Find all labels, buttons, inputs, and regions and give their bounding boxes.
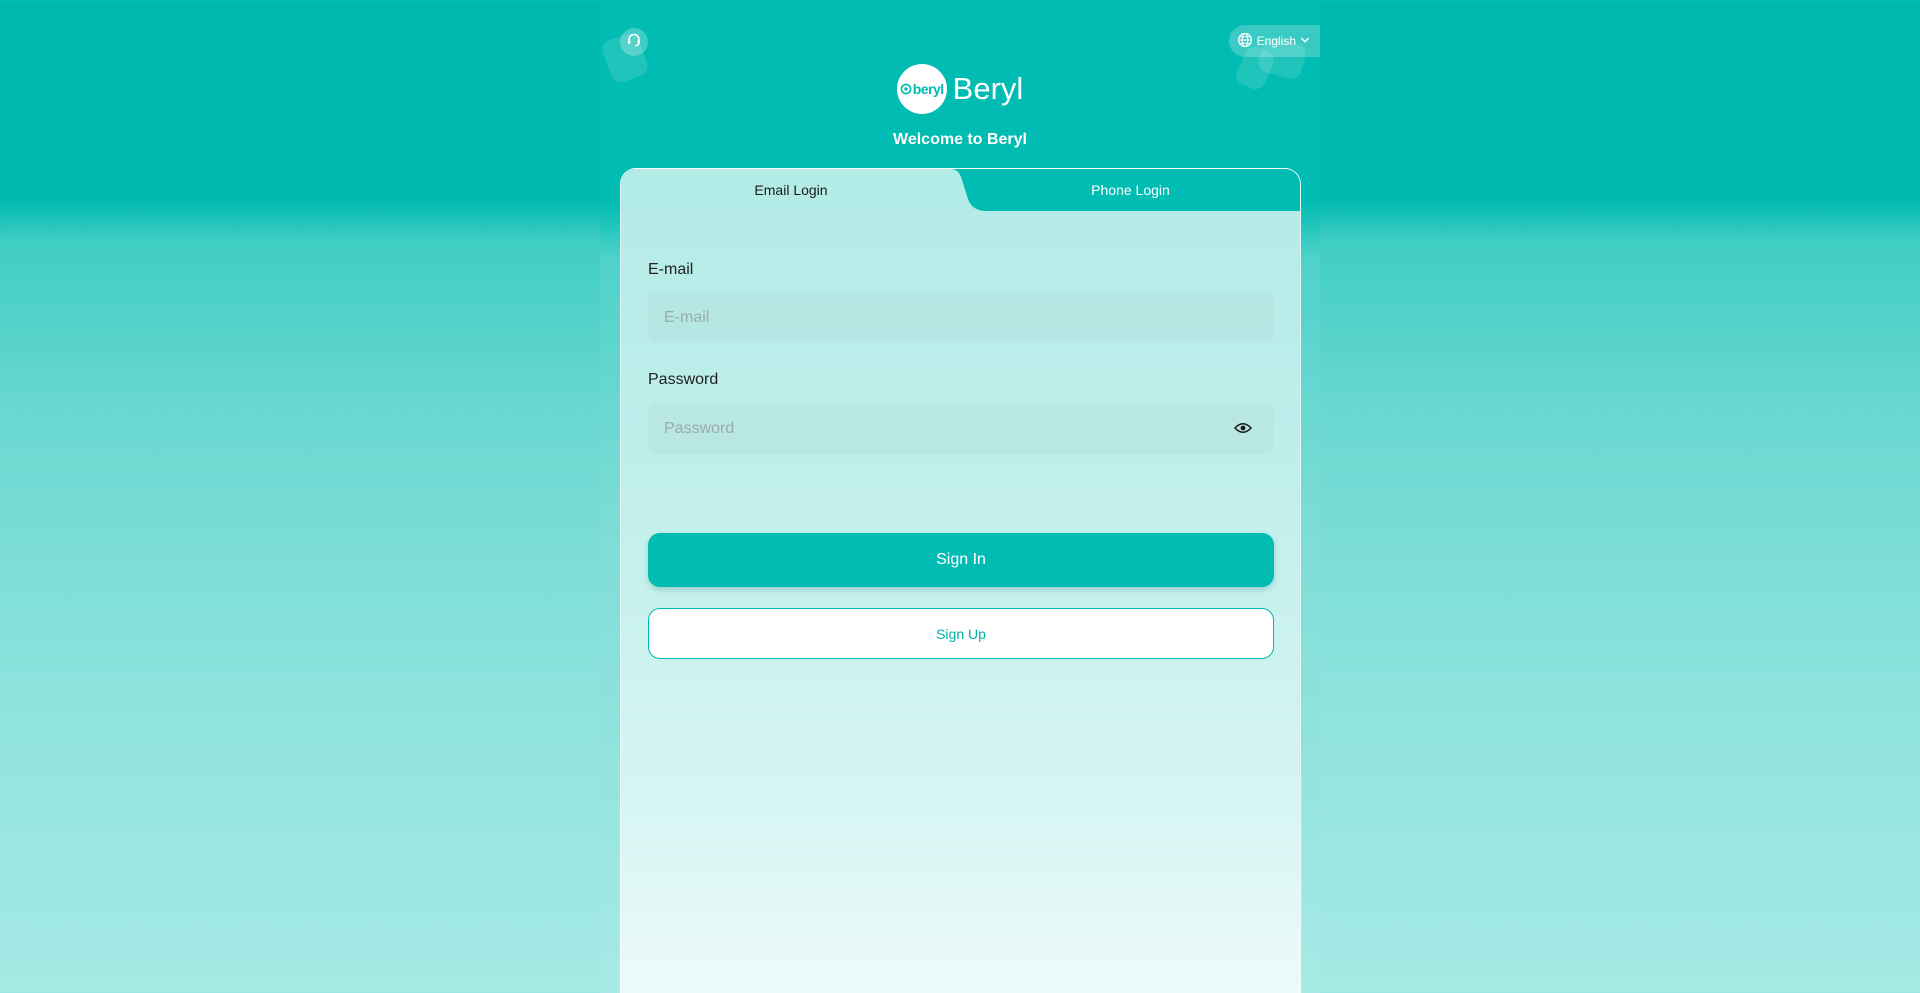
- tab-phone-login[interactable]: Phone Login: [961, 169, 1300, 211]
- logo-mark-icon: [900, 83, 912, 95]
- login-card: Email Login Phone Login E-mail Password …: [620, 168, 1301, 993]
- tab-email-login[interactable]: Email Login: [621, 169, 961, 211]
- eye-icon: [1233, 421, 1253, 439]
- headset-icon: [626, 32, 642, 53]
- brand-name: Beryl: [952, 71, 1024, 106]
- welcome-heading: Welcome to Beryl: [893, 131, 1027, 148]
- email-field[interactable]: [648, 293, 1274, 343]
- globe-icon: [1237, 32, 1253, 51]
- brand-header: beryl Beryl: [600, 64, 1320, 114]
- email-label: E-mail: [648, 261, 694, 278]
- password-field[interactable]: [648, 404, 1274, 454]
- sign-up-button[interactable]: Sign Up: [648, 608, 1274, 659]
- chevron-down-icon: [1300, 34, 1310, 48]
- brand-logo: beryl: [896, 64, 947, 114]
- password-label: Password: [648, 371, 719, 388]
- app-container: English beryl Beryl Welcome to Beryl Ema…: [599, 0, 1320, 993]
- password-visibility-toggle[interactable]: [1233, 420, 1253, 440]
- language-label: English: [1256, 34, 1296, 48]
- sign-in-button[interactable]: Sign In: [648, 533, 1274, 587]
- language-selector[interactable]: English: [1228, 25, 1320, 57]
- logo-text: beryl: [912, 81, 944, 97]
- customer-support-button[interactable]: [620, 28, 648, 56]
- login-tabs: Email Login Phone Login: [621, 169, 1300, 211]
